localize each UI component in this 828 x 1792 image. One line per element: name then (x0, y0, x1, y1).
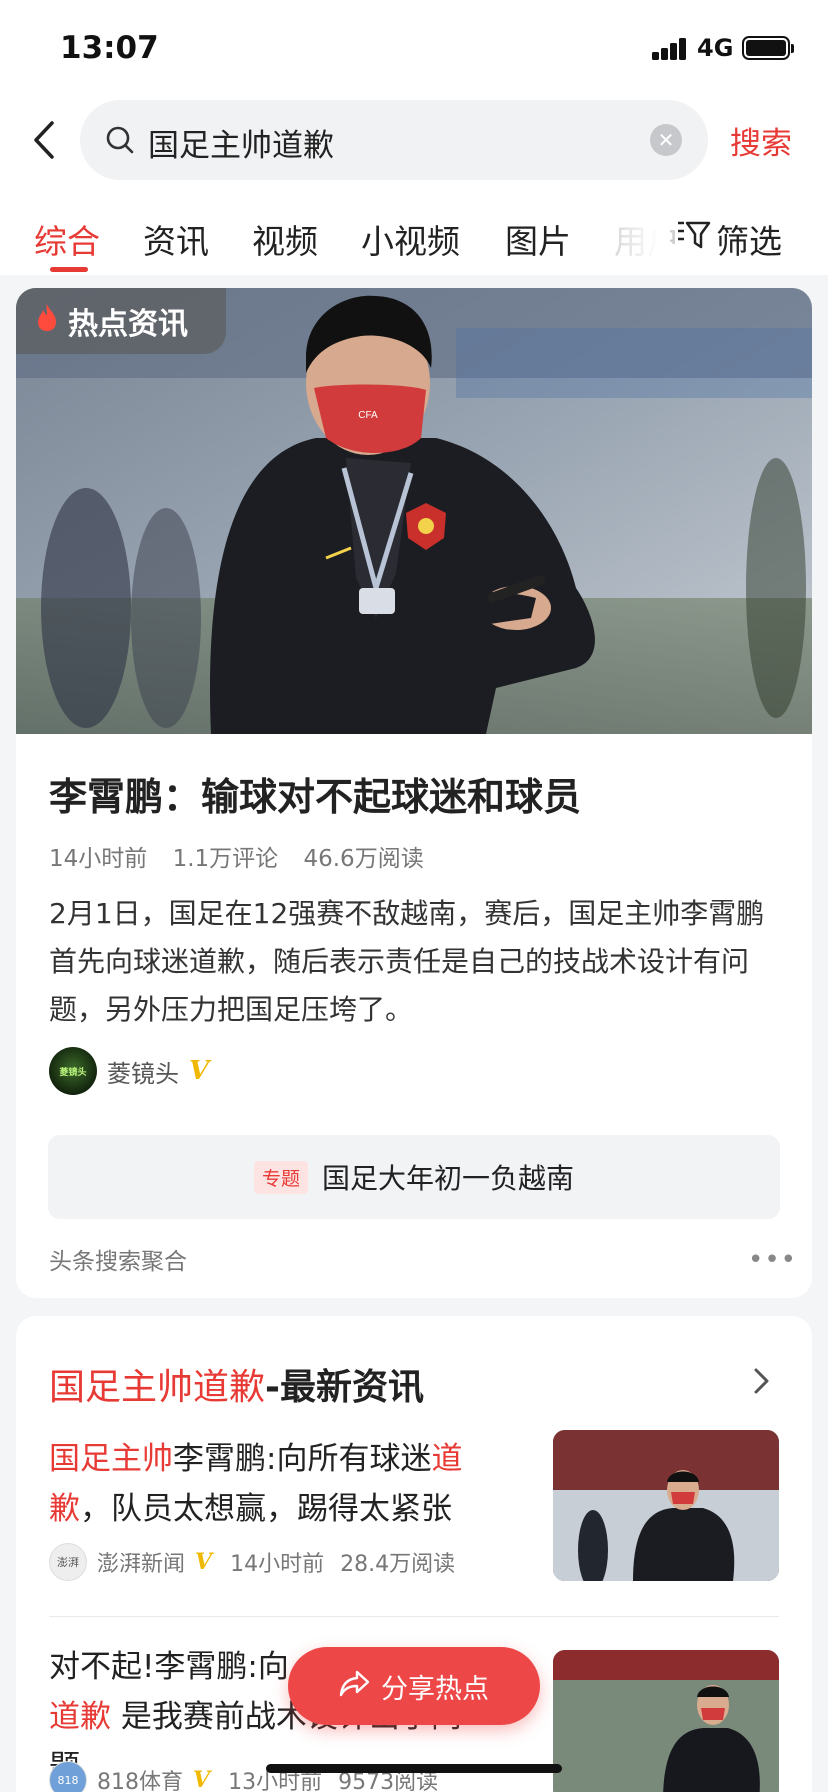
network-type: 4G (697, 34, 734, 62)
verified-icon: V (189, 1056, 210, 1086)
article-time: 14小时前 (49, 846, 148, 872)
title-keyword: 道歉 (49, 1699, 111, 1735)
section-heading-keyword: 国足主帅道歉 (49, 1367, 266, 1408)
category-tabs: 综合 资讯 视频 小视频 图片 用户 筛选 (0, 185, 828, 275)
search-query: 国足主帅道歉 (148, 128, 334, 164)
item-time: 14小时前 (230, 1552, 325, 1577)
avatar[interactable]: 818 (49, 1761, 87, 1792)
status-time: 13:07 (60, 30, 159, 66)
source-name[interactable]: 818体育 (97, 1764, 183, 1792)
topic-title: 国足大年初一负越南 (322, 1162, 575, 1195)
hot-news-badge-label: 热点资讯 (68, 307, 188, 342)
verified-icon: V (193, 1767, 211, 1792)
search-button[interactable]: 搜索 (730, 118, 792, 163)
filter-label: 筛选 (716, 222, 782, 261)
tab-comprehensive[interactable]: 综合 (34, 215, 100, 263)
topic-banner[interactable]: 专题 国足大年初一负越南 (48, 1135, 780, 1219)
search-input[interactable]: 国足主帅道歉 ✕ (80, 100, 708, 180)
share-button-label: 分享热点 (381, 1673, 489, 1705)
title-text: 李霄鹏:向所有球迷 (173, 1441, 432, 1477)
battery-tip (791, 44, 794, 53)
avatar[interactable]: 澎湃 (49, 1543, 87, 1581)
article-comments: 1.1万评论 (172, 846, 279, 872)
hot-news-badge: 热点资讯 (16, 288, 226, 354)
avatar[interactable]: 菱镜头 (49, 1047, 97, 1095)
search-bar: 国足主帅道歉 ✕ 搜索 (0, 95, 828, 185)
home-indicator[interactable] (266, 1764, 562, 1773)
clear-icon[interactable]: ✕ (650, 124, 682, 156)
signal-icon (652, 38, 688, 60)
article-reads: 46.6万阅读 (303, 846, 424, 872)
thumbnail-image[interactable] (553, 1650, 779, 1792)
chevron-right-icon[interactable] (751, 1364, 773, 1398)
hot-news-card[interactable]: CFA 热点资讯 李霄鹏：输球对不起球迷和球员 14小时前 1.1万评论 46.… (16, 288, 812, 1298)
topic-tag: 专题 (253, 1160, 308, 1194)
source-name[interactable]: 菱镜头 (107, 1054, 179, 1089)
tab-fade (600, 185, 670, 275)
article-meta: 14小时前 1.1万评论 46.6万阅读 (49, 839, 442, 873)
title-keyword: 国足主帅 (49, 1441, 173, 1477)
tab-news[interactable]: 资讯 (143, 215, 209, 263)
title-keyword: 道 (431, 1441, 463, 1477)
article-source[interactable]: 菱镜头 菱镜头 V (49, 1047, 209, 1095)
status-bar: 13:07 4G (0, 0, 828, 95)
filter-icon (676, 219, 712, 259)
list-divider (49, 1616, 779, 1617)
share-hot-button[interactable]: 分享热点 (288, 1647, 540, 1725)
source-name[interactable]: 澎湃新闻 (97, 1546, 185, 1578)
tab-short-video[interactable]: 小视频 (361, 215, 460, 263)
list-item-title[interactable]: 国足主帅李霄鹏:向所有球迷道歉，队员太想赢，踢得太紧张 (49, 1434, 469, 1534)
search-icon (104, 124, 136, 156)
filter-button[interactable]: 筛选 (676, 215, 782, 263)
aggregation-label: 头条搜索聚合 (49, 1249, 187, 1275)
list-item-meta: 澎湃 澎湃新闻 V 14小时前 28.4万阅读 (49, 1542, 455, 1582)
active-tab-indicator (50, 267, 88, 272)
section-heading-rest: -最新资讯 (265, 1367, 424, 1408)
title-text: 对不起!李霄鹏:向 (49, 1649, 289, 1685)
article-title[interactable]: 李霄鹏：输球对不起球迷和球员 (49, 766, 581, 821)
battery-icon (742, 36, 790, 60)
share-icon (339, 1669, 371, 1704)
title-text: ，队员太想赢，踢得太紧张 (80, 1491, 452, 1527)
tab-images[interactable]: 图片 (505, 215, 571, 263)
verified-icon: V (195, 1549, 213, 1575)
hero-image[interactable]: CFA 热点资讯 (16, 288, 812, 734)
svg-text:CFA: CFA (358, 410, 378, 421)
back-icon[interactable] (26, 115, 66, 165)
thumbnail-image[interactable] (553, 1430, 779, 1581)
item-reads: 28.4万阅读 (340, 1552, 456, 1577)
tab-video[interactable]: 视频 (252, 215, 318, 263)
flame-icon (34, 302, 60, 340)
article-description: 2月1日，国足在12强赛不敌越南，赛后，国足主帅李霄鹏首先向球迷道歉，随后表示责… (49, 897, 765, 1026)
more-icon[interactable]: ••• (748, 1245, 797, 1275)
title-keyword: 歉 (49, 1491, 80, 1527)
section-heading[interactable]: 国足主帅道歉-最新资讯 (49, 1358, 424, 1410)
